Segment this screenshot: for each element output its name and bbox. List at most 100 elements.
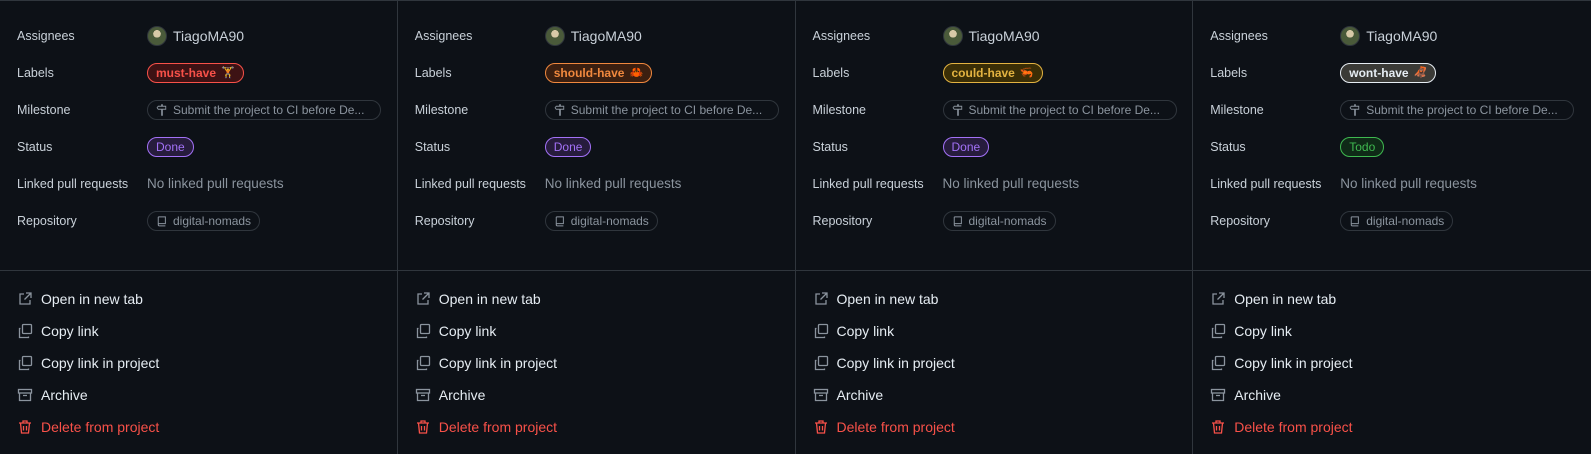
labels-label: Labels bbox=[414, 65, 452, 80]
external-link-icon bbox=[417, 292, 430, 305]
archive-button[interactable]: Archive bbox=[0, 379, 397, 411]
delete-from-project-button[interactable]: Delete from project bbox=[1193, 411, 1591, 443]
archive-button[interactable]: Archive bbox=[398, 379, 795, 411]
assignees-field: Assignees TiagoMA90 bbox=[0, 17, 397, 54]
assignees-label: Assignees bbox=[812, 28, 871, 43]
copy-link-in-project-button[interactable]: Copy link in project bbox=[1193, 347, 1591, 379]
milestone-chip[interactable]: Submit the project to CI before De... bbox=[147, 99, 381, 120]
open-in-new-tab-button[interactable]: Open in new tab bbox=[398, 283, 795, 315]
assignee-name: TiagoMA90 bbox=[570, 27, 642, 44]
repository-field: Repository digital-nomads bbox=[1193, 202, 1591, 239]
milestone-icon bbox=[1349, 103, 1360, 116]
label-text: wont-have bbox=[1349, 65, 1409, 80]
delete-from-project-label: Delete from project bbox=[438, 419, 558, 435]
linked-prs-field: Linked pull requests No linked pull requ… bbox=[398, 165, 795, 202]
milestone-chip[interactable]: Submit the project to CI before De... bbox=[942, 99, 1177, 120]
repository-field: Repository digital-nomads bbox=[0, 202, 397, 239]
open-in-new-tab-label: Open in new tab bbox=[1234, 291, 1337, 307]
copy-link-button[interactable]: Copy link bbox=[398, 315, 795, 347]
milestone-text: Submit the project to CI before De... bbox=[968, 102, 1160, 117]
trash-icon bbox=[1212, 420, 1225, 434]
copy-link-button[interactable]: Copy link bbox=[1193, 315, 1591, 347]
linked-prs-field: Linked pull requests No linked pull requ… bbox=[0, 165, 397, 202]
copy-link-in-project-button[interactable]: Copy link in project bbox=[0, 347, 397, 379]
assignee-name: TiagoMA90 bbox=[173, 27, 245, 44]
label-emoji: 🦀 bbox=[629, 67, 644, 79]
status-label: Status bbox=[414, 139, 451, 154]
item-detail-panel: Assignees TiagoMA90 Labels should-have 🦀… bbox=[397, 0, 796, 454]
delete-from-project-button[interactable]: Delete from project bbox=[398, 411, 795, 443]
copy-link-in-project-button[interactable]: Copy link in project bbox=[398, 347, 795, 379]
archive-icon bbox=[17, 388, 33, 402]
repository-chip[interactable]: digital-nomads bbox=[942, 210, 1056, 231]
status-badge[interactable]: Todo bbox=[1340, 136, 1385, 157]
label-pill[interactable]: wont-have 🦧 bbox=[1340, 62, 1437, 83]
labels-field: Labels wont-have 🦧 bbox=[1193, 54, 1591, 91]
assignee[interactable]: TiagoMA90 bbox=[147, 25, 245, 46]
external-link-icon bbox=[1212, 292, 1225, 305]
label-pill[interactable]: must-have 🏋 bbox=[147, 62, 244, 83]
assignee[interactable]: TiagoMA90 bbox=[942, 25, 1040, 46]
milestone-text: Submit the project to CI before De... bbox=[570, 102, 763, 117]
context-menu: Open in new tab Copy link Copy link in p… bbox=[796, 271, 1193, 443]
copy-icon bbox=[416, 355, 430, 371]
status-badge[interactable]: Done bbox=[147, 136, 194, 157]
delete-from-project-label: Delete from project bbox=[1234, 419, 1353, 435]
delete-from-project-button[interactable]: Delete from project bbox=[0, 411, 397, 443]
milestone-chip[interactable]: Submit the project to CI before De... bbox=[544, 99, 779, 120]
linked-prs-label: Linked pull requests bbox=[17, 176, 129, 191]
linked-prs-value: No linked pull requests bbox=[942, 176, 1080, 191]
milestone-field: Milestone Submit the project to CI befor… bbox=[796, 91, 1193, 128]
open-in-new-tab-button[interactable]: Open in new tab bbox=[796, 283, 1193, 315]
assignee[interactable]: TiagoMA90 bbox=[1340, 25, 1437, 46]
repo-icon bbox=[555, 215, 564, 226]
repository-field: Repository digital-nomads bbox=[398, 202, 795, 239]
open-in-new-tab-button[interactable]: Open in new tab bbox=[1193, 283, 1591, 315]
milestone-chip[interactable]: Submit the project to CI before De... bbox=[1340, 99, 1575, 120]
label-text: could-have bbox=[951, 65, 1015, 80]
assignees-field: Assignees TiagoMA90 bbox=[796, 17, 1193, 54]
repository-label: Repository bbox=[414, 213, 475, 228]
status-field: Status Todo bbox=[1193, 128, 1591, 165]
repository-field: Repository digital-nomads bbox=[796, 202, 1193, 239]
label-emoji: 🏋 bbox=[221, 67, 235, 79]
milestone-icon bbox=[156, 103, 167, 116]
archive-button[interactable]: Archive bbox=[796, 379, 1193, 411]
repository-chip[interactable]: digital-nomads bbox=[1340, 210, 1454, 231]
label-emoji: 🦧 bbox=[1413, 67, 1428, 79]
label-pill[interactable]: could-have 🦐 bbox=[942, 62, 1043, 83]
avatar bbox=[544, 25, 565, 46]
status-field: Status Done bbox=[796, 128, 1193, 165]
linked-prs-value: No linked pull requests bbox=[1340, 176, 1477, 191]
label-pill[interactable]: should-have 🦀 bbox=[544, 62, 653, 83]
milestone-text: Submit the project to CI before De... bbox=[1366, 102, 1558, 117]
open-in-new-tab-button[interactable]: Open in new tab bbox=[0, 283, 397, 315]
assignee[interactable]: TiagoMA90 bbox=[544, 25, 642, 46]
repository-label: Repository bbox=[812, 213, 873, 228]
milestone-label: Milestone bbox=[812, 102, 867, 117]
repository-text: digital-nomads bbox=[968, 213, 1047, 228]
linked-prs-value: No linked pull requests bbox=[147, 176, 284, 191]
copy-icon bbox=[814, 323, 828, 339]
delete-from-project-button[interactable]: Delete from project bbox=[796, 411, 1193, 443]
status-field: Status Done bbox=[0, 128, 397, 165]
copy-link-button[interactable]: Copy link bbox=[0, 315, 397, 347]
item-detail-panel: Assignees TiagoMA90 Labels could-have 🦐 … bbox=[795, 0, 1194, 454]
repository-chip[interactable]: digital-nomads bbox=[147, 210, 261, 231]
milestone-label: Milestone bbox=[414, 102, 469, 117]
milestone-field: Milestone Submit the project to CI befor… bbox=[398, 91, 795, 128]
copy-link-button[interactable]: Copy link bbox=[796, 315, 1193, 347]
copy-icon bbox=[1212, 323, 1226, 339]
fields-section: Assignees TiagoMA90 Labels could-have 🦐 … bbox=[795, 1, 1193, 271]
label-text: must-have bbox=[156, 65, 217, 80]
copy-link-label: Copy link bbox=[1234, 323, 1292, 339]
repository-chip[interactable]: digital-nomads bbox=[544, 210, 658, 231]
status-badge[interactable]: Done bbox=[942, 136, 990, 157]
status-badge[interactable]: Done bbox=[544, 136, 592, 157]
archive-button[interactable]: Archive bbox=[1193, 379, 1591, 411]
repo-icon bbox=[1351, 215, 1360, 226]
assignees-field: Assignees TiagoMA90 bbox=[1193, 17, 1591, 54]
copy-link-in-project-button[interactable]: Copy link in project bbox=[796, 347, 1193, 379]
trash-icon bbox=[19, 420, 31, 434]
avatar bbox=[147, 25, 167, 46]
